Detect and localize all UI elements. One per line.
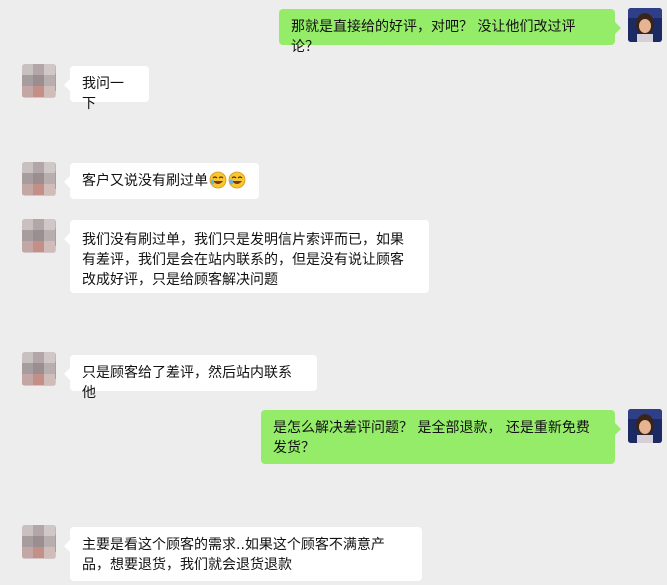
user-photo-icon bbox=[628, 8, 662, 42]
message-bubble-incoming[interactable]: 只是顾客给了差评，然后站内联系他 bbox=[64, 355, 317, 401]
my-avatar[interactable] bbox=[628, 409, 662, 443]
contact-avatar[interactable] bbox=[22, 64, 56, 98]
rolling-laughing-emoji-icon bbox=[228, 171, 246, 189]
chat-window: 那就是直接给的好评，对吧？ 没让他们改过评论？ 我问一下 客户又说没有刷过单 我… bbox=[0, 0, 667, 585]
message-bubble-incoming[interactable]: 我问一下 bbox=[64, 66, 149, 112]
message-bubble-incoming[interactable]: 我们没有刷过单，我们只是发明信片索评而已，如果有差评，我们是会在站内联系的，但是… bbox=[64, 220, 429, 293]
message-text: 只是顾客给了差评，然后站内联系他 bbox=[82, 365, 292, 401]
contact-avatar[interactable] bbox=[22, 219, 56, 253]
contact-avatar[interactable] bbox=[22, 162, 56, 196]
message-text: 主要是看这个顾客的需求..如果这个顾客不满意产品，想要退货，我们就会退货退款 bbox=[82, 537, 385, 573]
user-photo-icon bbox=[628, 409, 662, 443]
message-text: 我们没有刷过单，我们只是发明信片索评而已，如果有差评，我们是会在站内联系的，但是… bbox=[82, 232, 404, 288]
message-bubble-incoming[interactable]: 主要是看这个顾客的需求..如果这个顾客不满意产品，想要退货，我们就会退货退款 bbox=[64, 527, 422, 581]
message-text: 客户又说没有刷过单 bbox=[82, 173, 208, 189]
my-avatar[interactable] bbox=[628, 8, 662, 42]
message-bubble-incoming[interactable]: 客户又说没有刷过单 bbox=[64, 163, 259, 199]
message-bubble-outgoing[interactable]: 那就是直接给的好评，对吧？ 没让他们改过评论？ bbox=[279, 9, 621, 55]
message-text: 是怎么解决差评问题？ 是全部退款， 还是重新免费发货？ bbox=[273, 420, 590, 456]
rolling-laughing-emoji-icon bbox=[209, 171, 227, 189]
message-text: 我问一下 bbox=[82, 76, 124, 112]
contact-avatar[interactable] bbox=[22, 525, 56, 559]
contact-avatar[interactable] bbox=[22, 352, 56, 386]
message-text: 那就是直接给的好评，对吧？ 没让他们改过评论？ bbox=[291, 19, 576, 55]
message-bubble-outgoing[interactable]: 是怎么解决差评问题？ 是全部退款， 还是重新免费发货？ bbox=[261, 410, 621, 464]
